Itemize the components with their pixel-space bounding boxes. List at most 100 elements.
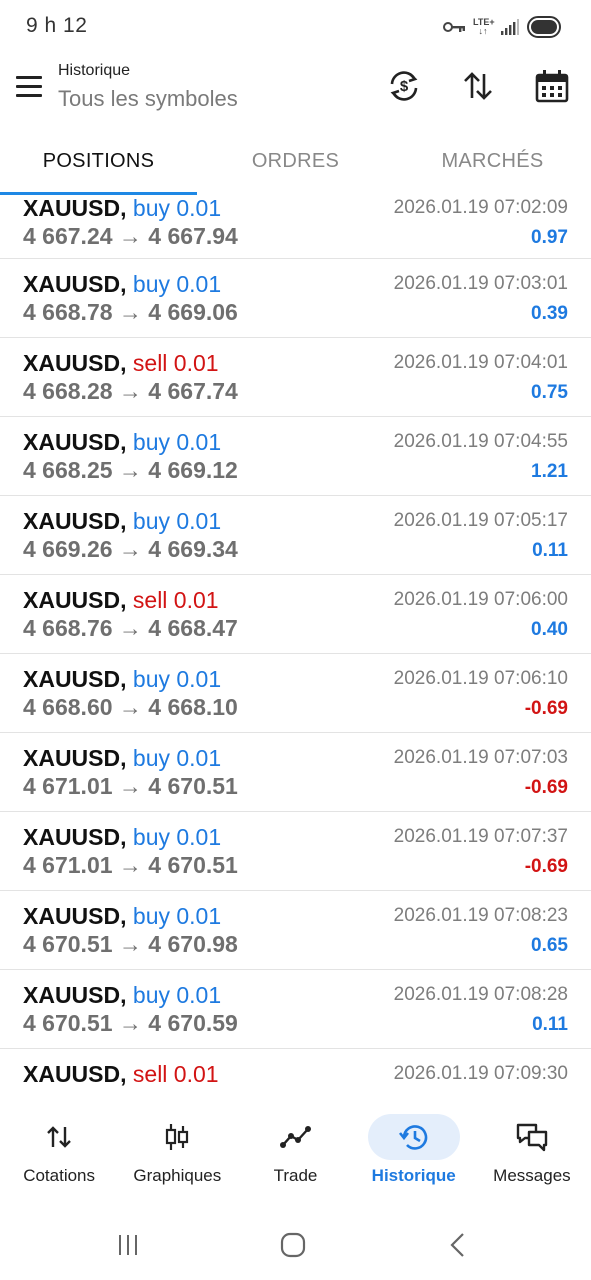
- trade-header: XAUUSD, sell 0.01: [23, 1061, 219, 1088]
- data-activity-label: ↓↑: [478, 26, 488, 36]
- trade-row[interactable]: XAUUSD, buy 0.01 4 668.25 → 4 669.12 2026.…: [0, 417, 591, 496]
- trade-profit: 0.39: [531, 303, 568, 324]
- trade-symbol: XAUUSD,: [23, 824, 127, 850]
- trade-row[interactable]: XAUUSD, buy 0.01 4 671.01 → 4 670.51 2026.…: [0, 812, 591, 891]
- trade-header: XAUUSD, sell 0.01: [23, 350, 219, 377]
- signal-icon: [501, 19, 519, 35]
- trade-time: 2026.01.19 07:02:09: [393, 197, 568, 218]
- title-block: Historique Tous les symboles: [58, 62, 238, 112]
- trade-header: XAUUSD, buy 0.01: [23, 429, 221, 456]
- trade-side-volume: buy 0.01: [132, 745, 222, 771]
- trade-symbol: XAUUSD,: [23, 903, 127, 929]
- currency-exchange-icon[interactable]: $: [386, 68, 422, 104]
- status-time: 9 h 12: [26, 14, 88, 37]
- trade-time: 2026.01.19 07:05:17: [393, 510, 568, 531]
- status-icons: LTE+ ↓↑: [443, 16, 561, 38]
- trade-symbol: XAUUSD,: [23, 508, 127, 534]
- nav-messages[interactable]: Messages: [473, 1100, 591, 1204]
- trade-row[interactable]: XAUUSD, buy 0.01 4 670.51 → 4 670.98 2026.…: [0, 891, 591, 970]
- trade-time: 2026.01.19 07:08:23: [393, 905, 568, 926]
- trade-side-volume: sell 0.01: [132, 587, 219, 613]
- top-app-bar: Historique Tous les symboles $: [0, 54, 591, 126]
- trade-prices: 4 668.25 → 4 669.12: [23, 457, 238, 483]
- trade-profit: -0.69: [524, 777, 568, 798]
- trade-side-volume: sell 0.01: [132, 350, 219, 376]
- trade-profit: 0.97: [531, 227, 568, 248]
- trade-header: XAUUSD, sell 0.01: [23, 587, 219, 614]
- battery-icon: [527, 16, 561, 38]
- trade-symbol: XAUUSD,: [23, 666, 127, 692]
- recent-apps-icon[interactable]: [113, 1230, 143, 1260]
- trade-line-icon: [250, 1114, 342, 1160]
- trade-prices: 4 670.51 → 4 670.59: [23, 1010, 238, 1036]
- trade-row[interactable]: XAUUSD, sell 0.01 4 668.28 → 4 667.74 2026…: [0, 338, 591, 417]
- trade-side-volume: buy 0.01: [132, 271, 222, 297]
- tab-positions[interactable]: POSITIONS: [0, 138, 197, 194]
- trade-time: 2026.01.19 07:04:01: [393, 352, 568, 373]
- nav-cotations[interactable]: Cotations: [0, 1100, 118, 1204]
- tab-ordres[interactable]: ORDRES: [197, 138, 394, 194]
- trade-profit: 1.21: [531, 461, 568, 482]
- trade-header: XAUUSD, buy 0.01: [23, 195, 221, 222]
- trade-symbol: XAUUSD,: [23, 745, 127, 771]
- trade-header: XAUUSD, buy 0.01: [23, 666, 221, 693]
- nav-label: Messages: [493, 1166, 571, 1185]
- trade-profit: 0.11: [532, 540, 568, 561]
- back-icon[interactable]: [443, 1230, 473, 1260]
- trade-row[interactable]: XAUUSD, sell 0.01 4 668.76 → 4 668.47 2026…: [0, 575, 591, 654]
- trade-time: 2026.01.19 07:07:37: [393, 826, 568, 847]
- trade-time: 2026.01.19 07:03:01: [393, 273, 568, 294]
- sort-icon[interactable]: [460, 68, 496, 104]
- trade-row[interactable]: XAUUSD, buy 0.01 4 671.01 → 4 670.51 2026.…: [0, 733, 591, 812]
- trade-history-list[interactable]: XAUUSD, buy 0.01 4 667.24 → 4 667.94 2026.…: [0, 195, 591, 1089]
- tab-marches[interactable]: MARCHÉS: [394, 138, 591, 194]
- trade-header: XAUUSD, buy 0.01: [23, 824, 221, 851]
- trade-side-volume: buy 0.01: [132, 982, 222, 1008]
- bottom-navigation: Cotations Graphiques Trade Historique Me…: [0, 1100, 591, 1204]
- trade-symbol: XAUUSD,: [23, 271, 127, 297]
- trade-prices: 4 668.78 → 4 669.06: [23, 299, 238, 325]
- trade-profit: 0.11: [532, 1014, 568, 1035]
- trade-symbol: XAUUSD,: [23, 982, 127, 1008]
- svg-text:$: $: [400, 78, 409, 95]
- symbol-filter[interactable]: Tous les symboles: [58, 86, 238, 112]
- trade-row[interactable]: XAUUSD, buy 0.01 4 668.60 → 4 668.10 2026.…: [0, 654, 591, 733]
- trade-symbol: XAUUSD,: [23, 350, 127, 376]
- trade-prices: 4 667.24 → 4 667.94: [23, 223, 238, 249]
- quotes-icon: [13, 1114, 105, 1160]
- history-icon: [367, 1114, 460, 1160]
- trade-side-volume: buy 0.01: [132, 824, 222, 850]
- trade-profit: -0.69: [524, 856, 568, 877]
- trade-row[interactable]: XAUUSD, buy 0.01 4 667.24 → 4 667.94 2026.…: [0, 195, 591, 259]
- trade-prices: 4 668.60 → 4 668.10: [23, 694, 238, 720]
- trade-header: XAUUSD, buy 0.01: [23, 745, 221, 772]
- trade-header: XAUUSD, buy 0.01: [23, 982, 221, 1009]
- nav-trade[interactable]: Trade: [236, 1100, 354, 1204]
- menu-icon[interactable]: [16, 76, 44, 98]
- trade-time: 2026.01.19 07:04:55: [393, 431, 568, 452]
- trade-symbol: XAUUSD,: [23, 195, 127, 221]
- messages-icon: [486, 1114, 578, 1160]
- trade-profit: 0.40: [531, 619, 568, 640]
- home-icon[interactable]: [278, 1230, 308, 1260]
- nav-label: Cotations: [23, 1166, 96, 1185]
- candlestick-icon: [131, 1114, 223, 1160]
- trade-prices: 4 668.28 → 4 667.74: [23, 378, 238, 404]
- trade-prices: 4 669.26 → 4 669.34: [23, 536, 238, 562]
- trade-symbol: XAUUSD,: [23, 429, 127, 455]
- trade-row[interactable]: XAUUSD, buy 0.01 4 669.26 → 4 669.34 2026.…: [0, 496, 591, 575]
- page-title: Historique: [58, 62, 131, 79]
- trade-side-volume: buy 0.01: [132, 903, 222, 929]
- trade-row[interactable]: XAUUSD, buy 0.01 4 670.51 → 4 670.59 2026.…: [0, 970, 591, 1049]
- trade-symbol: XAUUSD,: [23, 587, 127, 613]
- trade-header: XAUUSD, buy 0.01: [23, 903, 221, 930]
- nav-graphiques[interactable]: Graphiques: [118, 1100, 236, 1204]
- trade-profit: 0.75: [531, 382, 568, 403]
- trade-row[interactable]: XAUUSD, sell 0.01 2026.01.19 07:09:30: [0, 1049, 591, 1089]
- trade-row[interactable]: XAUUSD, buy 0.01 4 668.78 → 4 669.06 2026.…: [0, 259, 591, 338]
- nav-historique[interactable]: Historique: [355, 1100, 473, 1204]
- nav-label: Graphiques: [133, 1166, 222, 1185]
- calendar-icon[interactable]: [534, 68, 570, 104]
- trade-time: 2026.01.19 07:09:30: [393, 1063, 568, 1084]
- trade-prices: 4 671.01 → 4 670.51: [23, 773, 238, 799]
